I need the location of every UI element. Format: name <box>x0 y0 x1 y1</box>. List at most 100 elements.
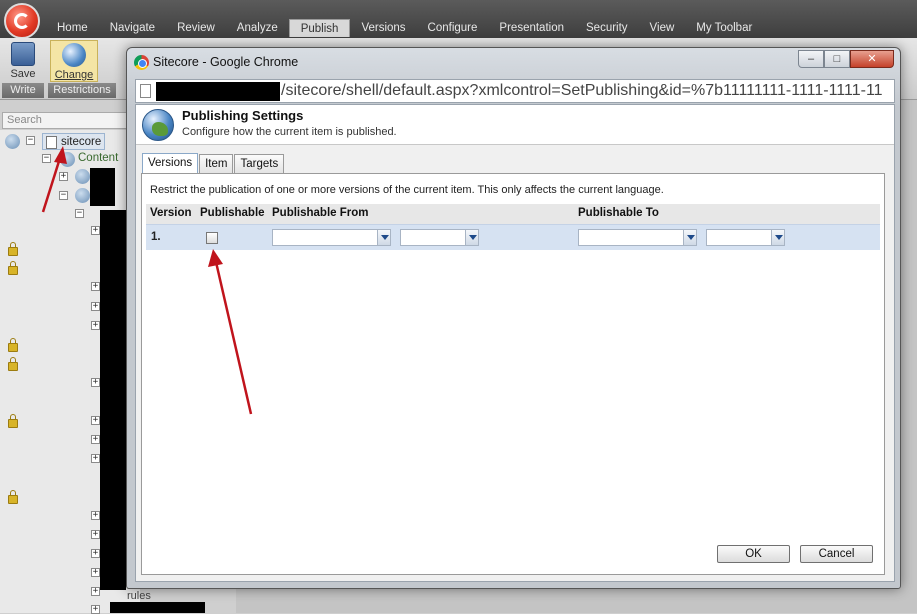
menu-tab-security[interactable]: Security <box>575 19 639 37</box>
redacted-block <box>100 210 126 590</box>
globe-icon <box>75 169 90 184</box>
expand-icon[interactable]: + <box>91 549 100 558</box>
menu-tab-review[interactable]: Review <box>166 19 226 37</box>
menu-tabs: Home Navigate Review Analyze Publish Ver… <box>46 19 763 37</box>
tree-item-label: rules <box>127 590 151 602</box>
column-header-publishable: Publishable <box>200 207 265 219</box>
publishing-settings-dialog: Publishing Settings Configure how the cu… <box>135 104 895 582</box>
lock-icon <box>8 357 18 371</box>
lock-icon <box>8 414 18 428</box>
chrome-logo-icon <box>134 55 149 70</box>
ribbon-group-write: Save Write <box>2 40 44 98</box>
publishable-from-date-select[interactable] <box>272 229 391 246</box>
column-header-version: Version <box>150 207 192 219</box>
versions-panel: Restrict the publication of one or more … <box>141 173 885 575</box>
column-header-publishable-to: Publishable To <box>578 207 659 219</box>
sitecore-logo-icon[interactable] <box>4 3 40 39</box>
ribbon-group-label-write: Write <box>2 83 44 98</box>
menu-tab-view[interactable]: View <box>639 19 686 37</box>
tab-item[interactable]: Item <box>199 154 234 173</box>
menu-tab-navigate[interactable]: Navigate <box>99 19 166 37</box>
menu-tab-presentation[interactable]: Presentation <box>488 19 575 37</box>
expand-icon[interactable]: + <box>91 587 100 596</box>
chrome-window: Sitecore - Google Chrome – □ ✕ /sitecore… <box>126 47 901 589</box>
dropdown-arrow-icon <box>683 230 696 245</box>
dialog-title: Publishing Settings <box>182 108 304 123</box>
globe-icon <box>60 152 75 167</box>
publishable-from-time-select[interactable] <box>400 229 479 246</box>
cancel-button[interactable]: Cancel <box>800 545 873 563</box>
ribbon-group-label-restrictions: Restrictions <box>48 83 116 98</box>
tree-item-content[interactable]: Content <box>78 152 118 164</box>
expand-icon[interactable]: + <box>91 378 100 387</box>
globe-icon <box>75 188 90 203</box>
collapse-icon[interactable]: − <box>26 136 35 145</box>
expand-icon[interactable]: + <box>91 416 100 425</box>
menu-tab-versions[interactable]: Versions <box>350 19 416 37</box>
maximize-button[interactable]: □ <box>824 50 850 68</box>
dialog-tabs: Versions Item Targets <box>142 153 285 174</box>
expand-icon[interactable]: + <box>91 568 100 577</box>
address-bar[interactable]: /sitecore/shell/default.aspx?xmlcontrol=… <box>135 79 895 103</box>
change-restrictions-button[interactable]: Change <box>50 40 98 82</box>
change-label: Change <box>54 69 94 81</box>
publishable-to-date-select[interactable] <box>578 229 697 246</box>
globe-icon <box>142 109 174 141</box>
expand-icon[interactable]: + <box>91 226 100 235</box>
menu-tab-analyze[interactable]: Analyze <box>226 19 289 37</box>
dropdown-arrow-icon <box>377 230 390 245</box>
globe-icon <box>5 134 20 149</box>
collapse-icon[interactable]: − <box>42 154 51 163</box>
menu-tab-home[interactable]: Home <box>46 19 99 37</box>
lock-icon <box>8 490 18 504</box>
collapse-icon[interactable]: − <box>59 191 68 200</box>
save-button[interactable]: Save <box>6 40 40 80</box>
minimize-button[interactable]: – <box>798 50 824 68</box>
publishable-checkbox[interactable] <box>206 232 218 244</box>
content-tree: − sitecore − Content + − − + + + + + + +… <box>0 130 205 614</box>
lock-icon <box>8 261 18 275</box>
search-input[interactable]: Search <box>2 112 130 129</box>
expand-icon[interactable]: + <box>91 302 100 311</box>
redacted-block <box>156 82 280 101</box>
tree-item-sitecore[interactable]: sitecore <box>42 133 106 150</box>
dialog-subtitle: Configure how the current item is publis… <box>182 126 397 138</box>
collapse-icon[interactable]: − <box>75 209 84 218</box>
redacted-block <box>90 168 115 206</box>
expand-icon[interactable]: + <box>91 511 100 520</box>
version-number: 1. <box>151 231 161 243</box>
menu-tab-configure[interactable]: Configure <box>417 19 489 37</box>
dropdown-arrow-icon <box>465 230 478 245</box>
page-icon <box>140 84 151 98</box>
panel-description: Restrict the publication of one or more … <box>150 184 664 196</box>
expand-icon[interactable]: + <box>91 282 100 291</box>
ribbon-group-restrictions: Change Restrictions <box>48 40 116 98</box>
dialog-header: Publishing Settings Configure how the cu… <box>136 105 894 145</box>
ok-button[interactable]: OK <box>717 545 790 563</box>
expand-icon[interactable]: + <box>91 530 100 539</box>
menu-tab-my-toolbar[interactable]: My Toolbar <box>685 19 763 37</box>
table-header: Version Publishable Publishable From Pub… <box>146 204 880 224</box>
expand-icon[interactable]: + <box>91 435 100 444</box>
publishable-to-time-select[interactable] <box>706 229 785 246</box>
tab-targets[interactable]: Targets <box>234 154 285 173</box>
url-text: /sitecore/shell/default.aspx?xmlcontrol=… <box>281 82 883 99</box>
expand-icon[interactable]: + <box>91 454 100 463</box>
lock-icon <box>8 242 18 256</box>
expand-icon[interactable]: + <box>91 321 100 330</box>
versions-table: Version Publishable Publishable From Pub… <box>146 204 880 250</box>
window-title: Sitecore - Google Chrome <box>153 55 299 69</box>
tab-versions[interactable]: Versions <box>142 153 199 174</box>
table-row: 1. <box>146 224 880 250</box>
menu-tab-publish[interactable]: Publish <box>288 19 351 37</box>
redacted-block <box>110 602 205 613</box>
save-label: Save <box>10 68 36 80</box>
close-button[interactable]: ✕ <box>850 50 894 68</box>
window-controls: – □ ✕ <box>798 50 894 68</box>
dropdown-arrow-icon <box>771 230 784 245</box>
expand-icon[interactable]: + <box>59 172 68 181</box>
globe-icon <box>62 43 86 67</box>
lock-icon <box>8 338 18 352</box>
floppy-disk-icon <box>11 42 35 66</box>
column-header-publishable-from: Publishable From <box>272 207 369 219</box>
